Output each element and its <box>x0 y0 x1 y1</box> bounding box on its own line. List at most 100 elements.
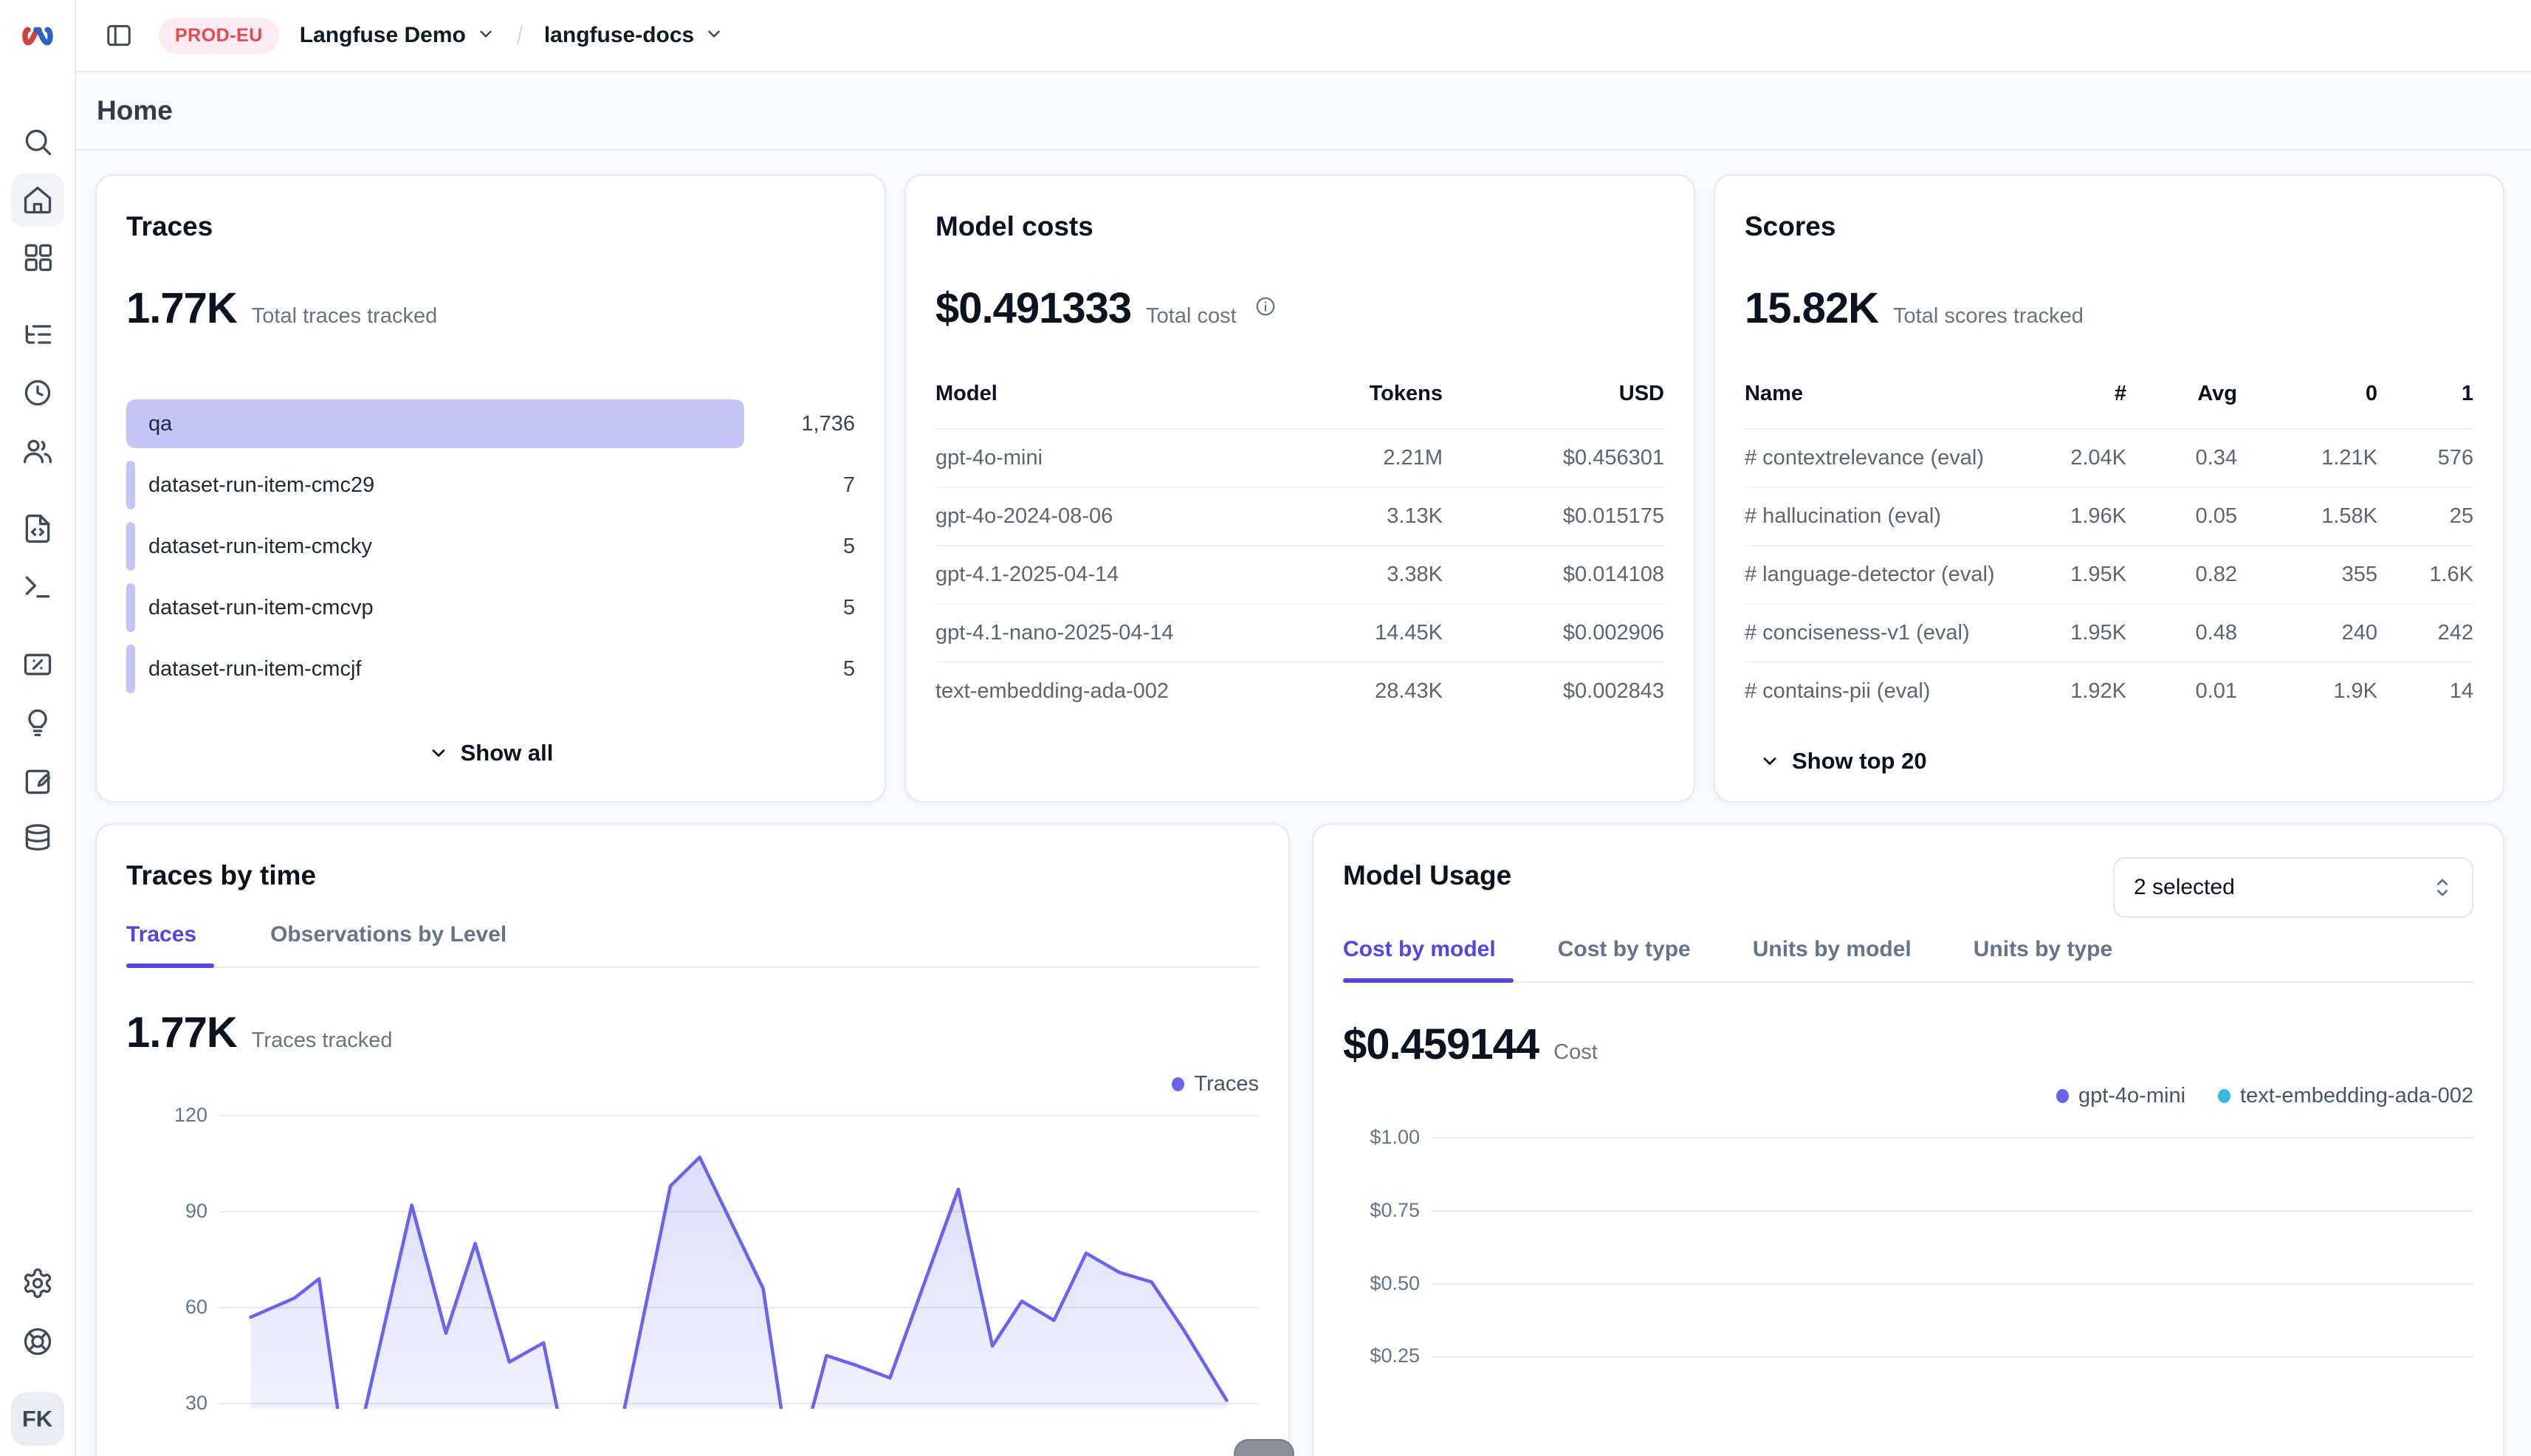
bar-value: 1,736 <box>759 412 855 436</box>
show-all-label: Show all <box>461 740 554 766</box>
legend-item: text-embedding-ada-002 <box>2218 1084 2473 1108</box>
traces-by-time-tabs: Traces Observations by Level <box>126 922 1259 968</box>
col-header: Avg <box>2126 382 2237 406</box>
chevron-down-icon <box>428 743 449 763</box>
cards-row-2: Traces by time Traces Observations by Le… <box>95 823 2504 1456</box>
col-header: USD <box>1443 382 1664 406</box>
bar-value: 5 <box>759 657 855 681</box>
metric-value: 15.82K <box>1745 284 1878 333</box>
table-row: gpt-4o-2024-08-06 3.13K $0.015175 <box>935 488 1664 546</box>
tab-observations-by-level[interactable]: Observations by Level <box>270 922 506 966</box>
org-name: Langfuse Demo <box>300 23 466 48</box>
sidebar-item-tracing[interactable] <box>11 308 64 361</box>
page-header: Home <box>76 72 2531 151</box>
scores-table: Name # Avg 0 1 # contextrelevance (eval)… <box>1745 382 2473 720</box>
table-row: # contains-pii (eval) 1.92K 0.01 1.9K 14 <box>1745 663 2473 720</box>
tab-cost-by-type[interactable]: Cost by type <box>1558 937 1691 981</box>
legend-item: Traces <box>1172 1072 1259 1096</box>
sidebar-item-datasets[interactable] <box>11 811 64 865</box>
environment-badge: PROD-EU <box>159 18 279 54</box>
show-top-20-button[interactable]: Show top 20 <box>1759 748 2473 775</box>
model-costs-card: Model costs $0.491333 Total cost Model T… <box>904 174 1695 803</box>
sidebar-item-dashboards[interactable] <box>11 230 64 284</box>
col-header: Name <box>1745 382 2001 406</box>
table-row: # language-detector (eval) 1.95K 0.82 35… <box>1745 546 2473 605</box>
dashboards-icon <box>21 241 54 273</box>
table-row: gpt-4o-mini 2.21M $0.456301 <box>935 430 1664 488</box>
table-header: Model Tokens USD <box>935 382 1664 430</box>
legend-label: text-embedding-ada-002 <box>2240 1084 2473 1108</box>
tab-units-by-model[interactable]: Units by model <box>1753 937 1912 981</box>
sidebar-item-settings[interactable] <box>11 1257 64 1310</box>
home-icon <box>21 184 54 216</box>
show-all-button[interactable]: Show all <box>126 740 855 766</box>
legend-dot <box>2056 1089 2069 1103</box>
list-item: dataset-run-item-cmc29 7 <box>126 461 855 509</box>
project-name: langfuse-docs <box>544 23 694 48</box>
sidebar-item-playground[interactable] <box>11 560 64 614</box>
breadcrumb-separator: / <box>517 20 523 51</box>
model-select-dropdown[interactable]: 2 selected <box>2113 857 2473 918</box>
file-code-icon <box>21 512 54 545</box>
traces-line-chart: 120 90 60 30 <box>126 1102 1259 1409</box>
list-item: dataset-run-item-cmcvp 5 <box>126 583 855 632</box>
sidebar-item-sessions[interactable] <box>11 366 64 419</box>
plot-area <box>219 1102 1259 1409</box>
page-title: Home <box>97 95 173 126</box>
sidebar-item-evaluation[interactable] <box>11 696 64 749</box>
langfuse-logo-icon <box>18 17 57 55</box>
info-icon[interactable] <box>1254 295 1277 321</box>
y-tick: $0.50 <box>1370 1272 1420 1295</box>
model-usage-svg <box>1432 1113 2473 1387</box>
y-tick: 30 <box>185 1392 207 1415</box>
card-title: Traces by time <box>126 860 1259 891</box>
legend-dot <box>2218 1089 2230 1103</box>
langfuse-logo[interactable] <box>0 0 75 72</box>
sidebar-item-search[interactable] <box>11 115 64 168</box>
col-header: Model <box>935 382 1266 406</box>
traces-metric: 1.77K Total traces tracked <box>126 284 855 333</box>
sidebar-toggle-button[interactable] <box>100 16 138 55</box>
tab-units-by-type[interactable]: Units by type <box>1974 937 2112 981</box>
model-costs-metric: $0.491333 Total cost <box>935 284 1664 333</box>
life-buoy-icon <box>21 1325 54 1358</box>
cards-row-1: Traces 1.77K Total traces tracked qa 1,7… <box>95 174 2504 803</box>
model-costs-table: Model Tokens USD gpt-4o-mini 2.21M $0.45… <box>935 382 1664 720</box>
table-row: gpt-4.1-2025-04-14 3.38K $0.014108 <box>935 546 1664 605</box>
user-avatar[interactable]: FK <box>11 1393 64 1446</box>
sidebar-item-scores[interactable] <box>11 638 64 691</box>
traces-by-time-card: Traces by time Traces Observations by Le… <box>95 823 1290 1456</box>
y-tick: $0.75 <box>1370 1199 1420 1222</box>
bar-value: 5 <box>759 535 855 559</box>
project-selector[interactable]: langfuse-docs <box>544 23 724 48</box>
table-row: text-embedding-ada-002 28.43K $0.002843 <box>935 663 1664 720</box>
scrollbar-thumb[interactable] <box>1234 1439 1294 1456</box>
tab-traces[interactable]: Traces <box>126 922 196 966</box>
sidebar-bottom: FK <box>11 1257 64 1456</box>
sidebar-item-prompts[interactable] <box>11 502 64 555</box>
sidebar-item-annotation[interactable] <box>11 755 64 808</box>
gear-icon <box>21 1267 54 1299</box>
y-tick: 90 <box>185 1200 207 1223</box>
y-axis-labels: $1.00 $0.75 $0.50 $0.25 <box>1343 1113 1432 1387</box>
cost-metric: $0.459144 Cost <box>1343 1020 2473 1069</box>
card-title: Model Usage <box>1343 860 1511 891</box>
tab-cost-by-model[interactable]: Cost by model <box>1343 937 1496 981</box>
org-selector[interactable]: Langfuse Demo <box>300 23 495 48</box>
card-title: Traces <box>126 211 855 242</box>
sidebar-item-users[interactable] <box>11 425 64 478</box>
model-usage-card: Model Usage 2 selected Cost by model Cos… <box>1312 823 2504 1456</box>
scores-card: Scores 15.82K Total scores tracked Name … <box>1714 174 2504 803</box>
list-tree-icon <box>21 318 54 351</box>
sidebar-item-support[interactable] <box>11 1315 64 1368</box>
sidebar-item-home[interactable] <box>11 174 64 227</box>
card-title: Model costs <box>935 211 1664 242</box>
bar-value: 7 <box>759 473 855 498</box>
table-row: # conciseness-v1 (eval) 1.95K 0.48 240 2… <box>1745 605 2473 663</box>
list-item: dataset-run-item-cmcky 5 <box>126 522 855 571</box>
chevron-down-icon <box>1759 751 1780 772</box>
bar-label: dataset-run-item-cmc29 <box>148 461 374 509</box>
metric-label: Total scores tracked <box>1893 304 2084 329</box>
y-tick: 60 <box>185 1296 207 1319</box>
chevron-down-icon <box>476 24 495 47</box>
